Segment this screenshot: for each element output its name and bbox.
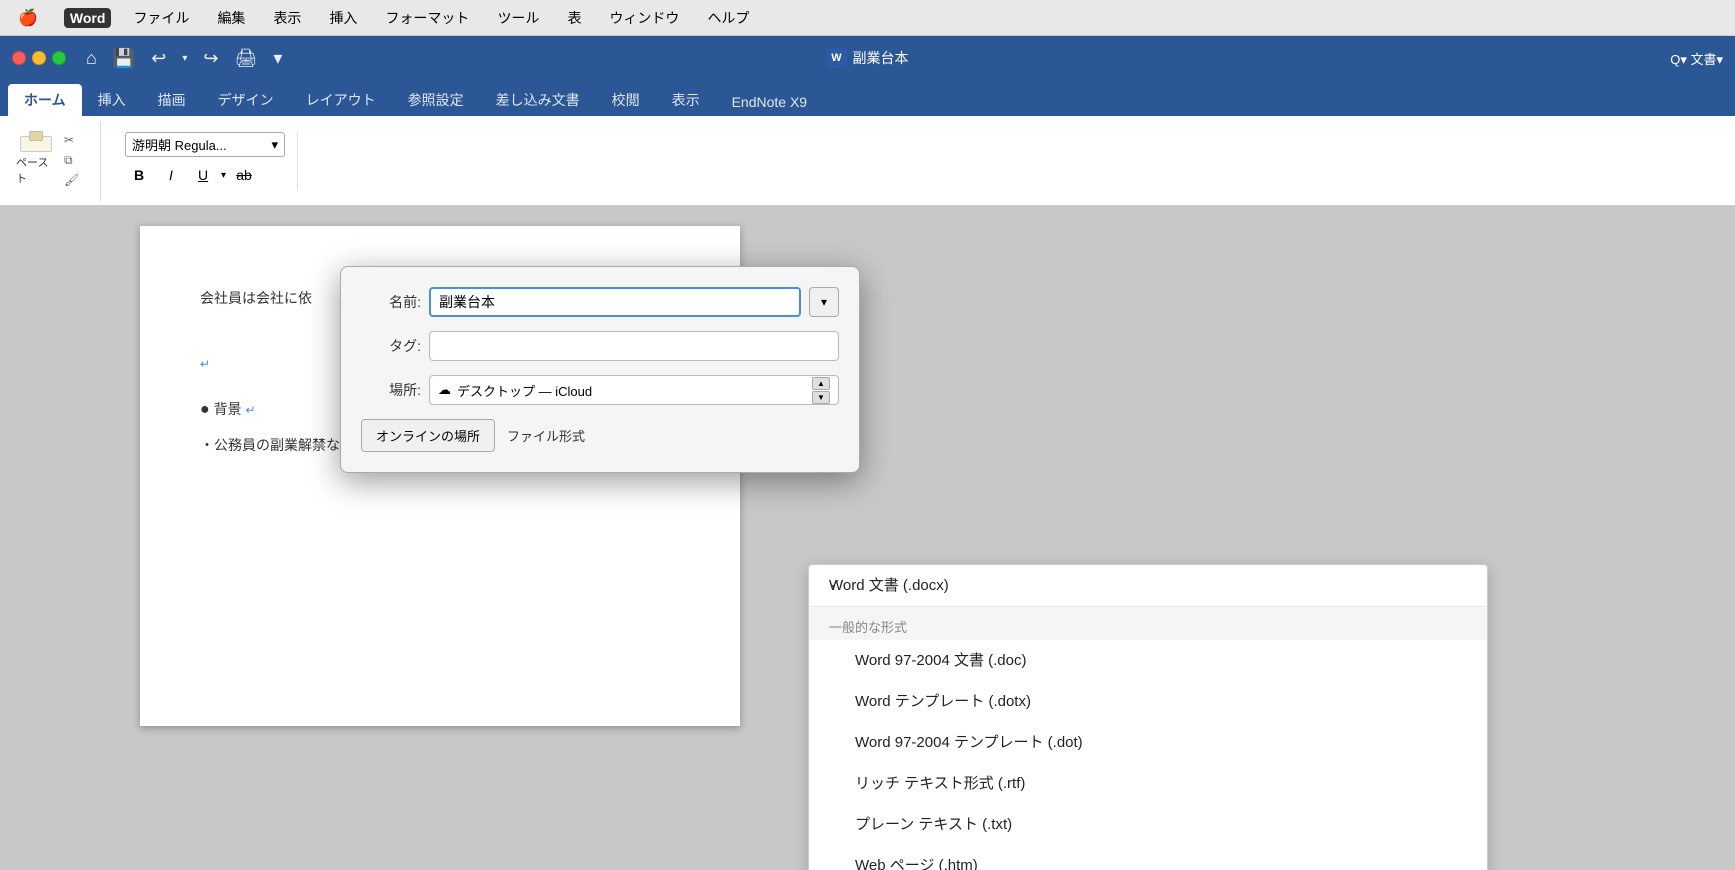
font-group: 游明朝 Regula... ▾ B I U ▾ ab [113, 132, 298, 189]
menu-window[interactable]: ウィンドウ [603, 6, 685, 30]
clipboard-section: ペースト ✂ ⧉ 🖌 [16, 133, 88, 189]
quick-toolbar: ⌂ 💾 ↩ ▾ ↪ 🖨 ▾ W 副業台本 Q▾ 文書▾ [0, 36, 1735, 80]
font-name-selector[interactable]: 游明朝 Regula... ▾ [125, 132, 285, 157]
cloud-icon: ☁ [438, 382, 451, 398]
name-label: 名前: [361, 292, 421, 312]
traffic-lights [12, 51, 66, 65]
tab-draw[interactable]: 描画 [142, 84, 202, 116]
underline-dropdown[interactable]: ▾ [221, 170, 226, 181]
italic-button[interactable]: I [157, 161, 185, 189]
app-title: W 副業台本 [827, 48, 909, 68]
tab-home[interactable]: ホーム [8, 84, 82, 116]
small-tools: ✂ ⧉ 🖌 [64, 133, 88, 189]
paste-button[interactable]: ペースト [16, 136, 56, 186]
tab-review[interactable]: 校閲 [596, 84, 656, 116]
tab-references[interactable]: 参照設定 [392, 84, 480, 116]
format-painter-icon[interactable]: 🖌 [64, 173, 88, 189]
menu-help[interactable]: ヘルプ [701, 6, 755, 30]
font-dropdown-icon: ▾ [271, 137, 278, 153]
word-app-icon: W [827, 48, 847, 68]
print-icon[interactable]: 🖨 [231, 46, 262, 71]
menu-file[interactable]: ファイル [127, 6, 195, 30]
online-place-button[interactable]: オンラインの場所 [361, 419, 495, 452]
redo-icon[interactable]: ↪ [199, 46, 222, 71]
location-down-arrow[interactable]: ▼ [812, 391, 830, 404]
menu-word[interactable]: Word [64, 8, 112, 28]
more-icon[interactable]: ▾ [269, 46, 286, 71]
dialog-bottom-row: オンラインの場所 ファイル形式 [361, 419, 839, 452]
name-dropdown-button[interactable]: ▾ [809, 287, 839, 317]
format-item-txt[interactable]: プレーン テキスト (.txt) [809, 804, 1487, 845]
search-area[interactable]: Q▾ 文書▾ [1670, 49, 1723, 68]
tab-layout[interactable]: レイアウト [290, 84, 392, 116]
cut-icon[interactable]: ✂ [64, 133, 88, 149]
tab-view[interactable]: 表示 [656, 84, 716, 116]
format-item-rtf[interactable]: リッチ テキスト形式 (.rtf) [809, 763, 1487, 804]
paste-label: ペースト [16, 154, 56, 186]
minimize-button[interactable] [32, 51, 46, 65]
location-value: デスクトップ — iCloud [457, 381, 592, 400]
menu-bar: 🍎 Word ファイル 編集 表示 挿入 フォーマット ツール 表 ウィンドウ … [0, 0, 1735, 36]
menu-insert[interactable]: 挿入 [323, 6, 363, 30]
paragraph-mark-1: ↵ [200, 357, 210, 371]
bold-button[interactable]: B [125, 161, 153, 189]
clipboard-group: ペースト ✂ ⧉ 🖌 [12, 121, 101, 201]
name-input[interactable] [429, 287, 801, 317]
tab-design[interactable]: デザイン [202, 84, 290, 116]
tab-insert[interactable]: 挿入 [82, 84, 142, 116]
location-label: 場所: [361, 380, 421, 400]
strikethrough-button[interactable]: ab [230, 161, 258, 189]
maximize-button[interactable] [52, 51, 66, 65]
font-name-label: 游明朝 Regula... [132, 135, 227, 154]
menu-format[interactable]: フォーマット [379, 6, 475, 30]
format-item-docx[interactable]: Word 文書 (.docx) [809, 565, 1487, 606]
tab-endnote[interactable]: EndNote X9 [716, 88, 824, 116]
location-selector[interactable]: ☁ デスクトップ — iCloud ▲ ▼ [429, 375, 839, 405]
format-section-general: 一般的な形式 [809, 606, 1487, 640]
underline-button[interactable]: U [189, 161, 217, 189]
location-up-arrow[interactable]: ▲ [812, 377, 830, 390]
close-button[interactable] [12, 51, 26, 65]
menu-table[interactable]: 表 [561, 6, 587, 30]
tag-row: タグ: [361, 331, 839, 361]
format-dropdown: Word 文書 (.docx) 一般的な形式 Word 97-2004 文書 (… [808, 564, 1488, 870]
ribbon-tabs: ホーム 挿入 描画 デザイン レイアウト 参照設定 差し込み文書 校閲 表示 E… [0, 80, 1735, 116]
document-title: 副業台本 [853, 48, 909, 68]
tab-mailings[interactable]: 差し込み文書 [480, 84, 596, 116]
apple-menu[interactable]: 🍎 [12, 6, 44, 30]
save-dialog: 名前: ▾ タグ: 場所: ☁ デスクトップ — iCloud ▲ ▼ オンライ… [340, 266, 860, 473]
search-label[interactable]: Q▾ 文書▾ [1670, 49, 1723, 68]
paste-icon-img [20, 136, 52, 152]
format-item-doc[interactable]: Word 97-2004 文書 (.doc) [809, 640, 1487, 681]
copy-icon[interactable]: ⧉ [64, 153, 88, 169]
name-row: 名前: ▾ [361, 287, 839, 317]
undo-icon[interactable]: ↩ [147, 46, 170, 71]
format-item-dotx[interactable]: Word テンプレート (.dotx) [809, 681, 1487, 722]
file-format-label: ファイル形式 [507, 426, 585, 445]
menu-tools[interactable]: ツール [491, 6, 545, 30]
document-area: 会社員は会社に依 ↵ ● 背景 ↵ ・公務員の副業解禁などもあ 名前: ▾ タグ… [0, 206, 1735, 870]
save-icon[interactable]: 💾 [109, 46, 139, 71]
tag-label: タグ: [361, 336, 421, 356]
menu-view[interactable]: 表示 [267, 6, 307, 30]
home-icon[interactable]: ⌂ [82, 46, 101, 71]
undo-dropdown-icon[interactable]: ▾ [178, 51, 191, 66]
tag-input[interactable] [429, 331, 839, 361]
ribbon-content: ペースト ✂ ⧉ 🖌 游明朝 Regula... ▾ B I U ▾ ab [0, 116, 1735, 206]
format-item-htm[interactable]: Web ページ (.htm) [809, 845, 1487, 870]
font-buttons: B I U ▾ ab [125, 161, 285, 189]
menu-edit[interactable]: 編集 [211, 6, 251, 30]
location-arrows: ▲ ▼ [812, 377, 830, 404]
location-row: 場所: ☁ デスクトップ — iCloud ▲ ▼ [361, 375, 839, 405]
format-item-dot[interactable]: Word 97-2004 テンプレート (.dot) [809, 722, 1487, 763]
